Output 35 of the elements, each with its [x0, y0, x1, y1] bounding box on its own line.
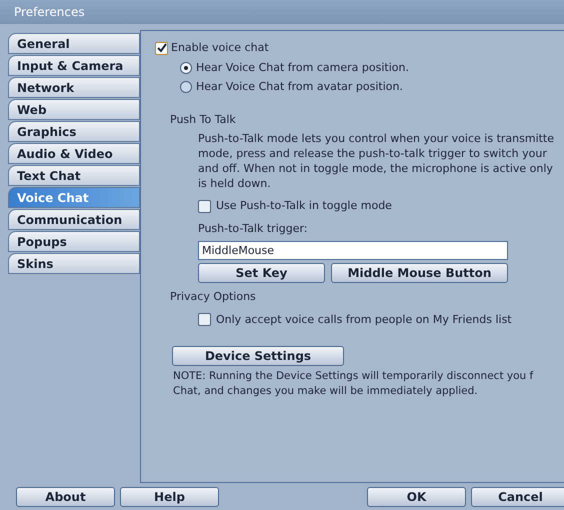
tab[interactable]: Audio & Video	[8, 143, 140, 164]
tab[interactable]: Web	[8, 99, 140, 120]
tab[interactable]: Skins	[8, 253, 140, 274]
checkbox-label: Only accept voice calls from people on My Friends list	[216, 312, 512, 328]
tab[interactable]: Popups	[8, 231, 140, 252]
button[interactable]: Set Key	[198, 263, 325, 283]
tab[interactable]: Communication	[8, 209, 140, 230]
tab[interactable]: Network	[8, 77, 140, 98]
button[interactable]: Help	[120, 487, 219, 507]
checkbox[interactable]	[198, 313, 211, 326]
button[interactable]: Middle Mouse Button	[331, 263, 508, 283]
tab[interactable]: General	[8, 33, 140, 54]
trigger-field[interactable]: MiddleMouse	[198, 241, 508, 260]
section-heading: Privacy Options	[169, 289, 257, 305]
button[interactable]: Cancel	[471, 487, 564, 507]
radio-label: Hear Voice Chat from camera position.	[196, 60, 409, 76]
checkbox-label: Enable voice chat	[171, 40, 269, 56]
tab[interactable]: Text Chat	[8, 165, 140, 186]
radio-label: Hear Voice Chat from avatar position.	[196, 79, 403, 95]
note-text: NOTE: Running the Device Settings will temporarily disconnect you f Chat, and changes you make will be immediately applied.	[172, 369, 534, 399]
checkbox-label: Use Push-to-Talk in toggle mode	[216, 198, 392, 214]
button[interactable]: OK	[367, 487, 466, 507]
description-text: Push-to-Talk mode lets you control when your voice is transmitte mode, press and release the push-to-talk trigger to switch your and off. When not in toggle mode, the microphone is active only is held down.	[197, 131, 556, 191]
button[interactable]: Device Settings	[172, 346, 344, 366]
tab[interactable]: Graphics	[8, 121, 140, 142]
checkbox[interactable]	[198, 200, 211, 213]
field-label: Push-to-Talk trigger:	[197, 220, 309, 236]
radio-button[interactable]	[180, 81, 192, 94]
button[interactable]: About	[16, 487, 115, 507]
tab[interactable]: Input & Camera	[8, 55, 140, 76]
checkbox[interactable]	[155, 42, 168, 55]
radio-button[interactable]	[180, 62, 192, 74]
section-heading: Push To Talk	[169, 112, 237, 128]
tab[interactable]: Voice Chat	[8, 187, 140, 208]
window-title: Preferences	[14, 4, 85, 21]
